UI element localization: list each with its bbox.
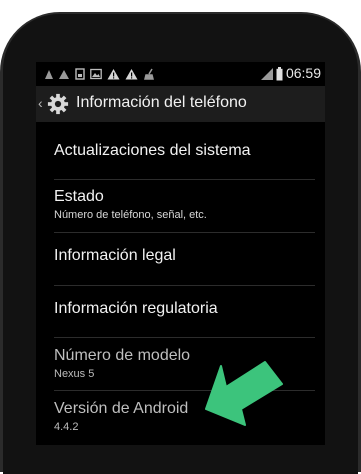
green-arrow-icon [205, 361, 283, 426]
phone-frame: 06:59 ‹ Información del teléfono Actuali… [0, 0, 361, 474]
